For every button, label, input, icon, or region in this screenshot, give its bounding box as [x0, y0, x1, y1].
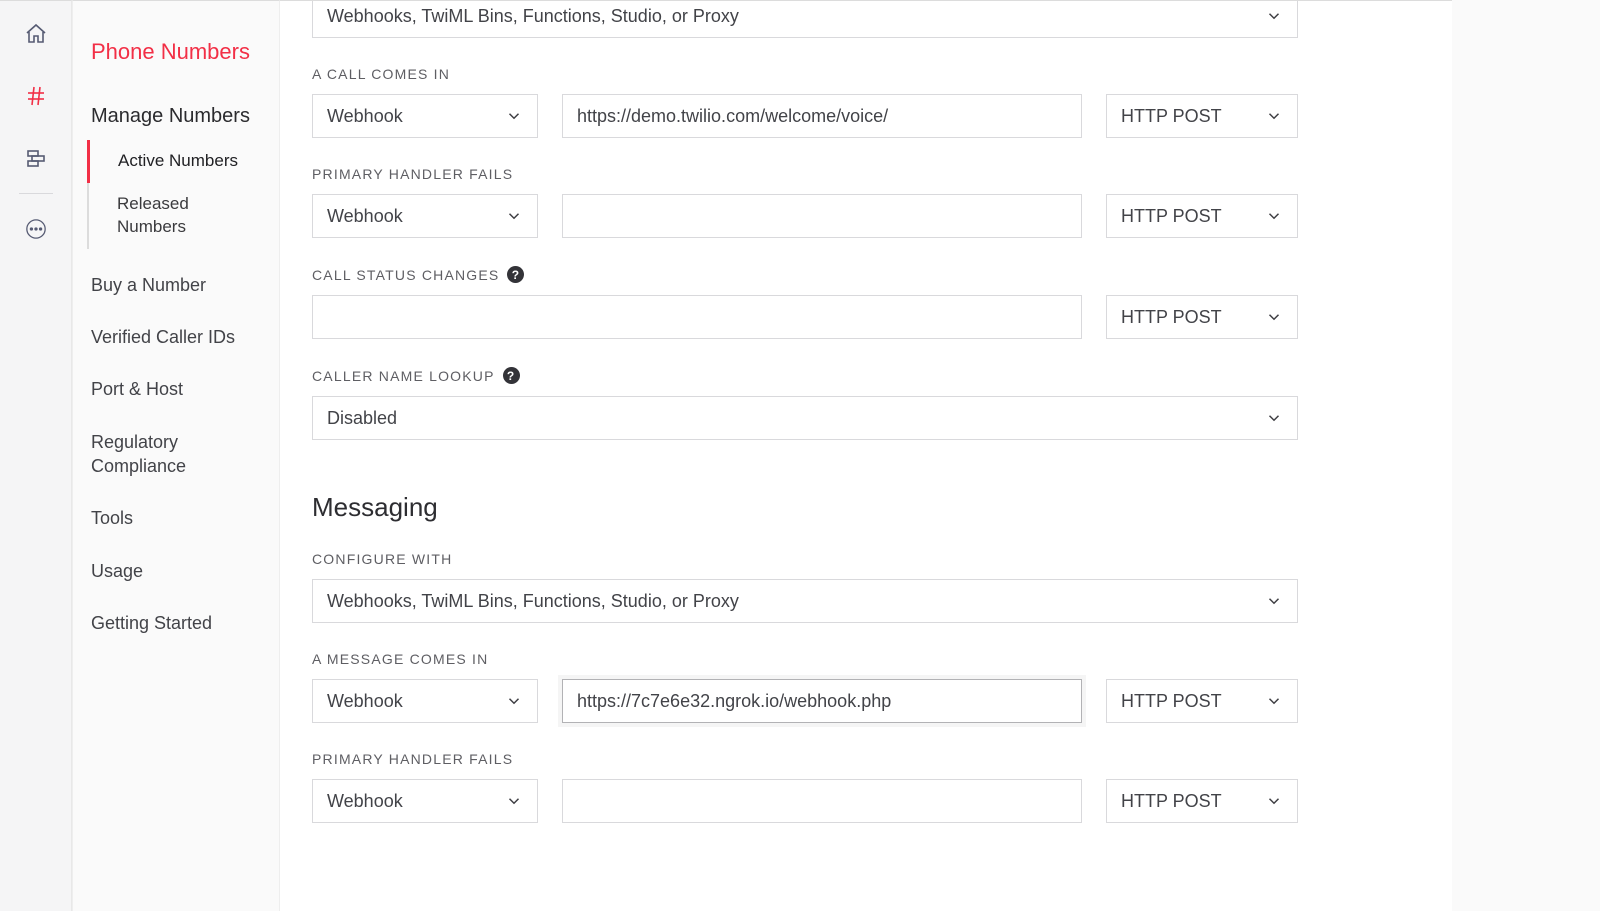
- right-background-panel: [1452, 0, 1600, 911]
- label-primary-handler-fails-voice: PRIMARY HANDLER FAILS: [312, 166, 1568, 182]
- sidebar: Phone Numbers Manage Numbers Active Numb…: [72, 0, 280, 911]
- label-primary-handler-fails-messaging: PRIMARY HANDLER FAILS: [312, 751, 1568, 767]
- message-comes-in-url-input[interactable]: [562, 679, 1082, 723]
- call-status-url-input[interactable]: [312, 295, 1082, 339]
- voice-primary-fails-url-input[interactable]: [562, 194, 1082, 238]
- call-status-method-select[interactable]: HTTP POST: [1106, 295, 1298, 339]
- label-caller-name-lookup-text: CALLER NAME LOOKUP: [312, 368, 495, 384]
- chevron-down-icon: [505, 792, 523, 810]
- chevron-down-icon: [1265, 409, 1283, 427]
- messaging-primary-fails-handler-select[interactable]: Webhook: [312, 779, 538, 823]
- call-status-url-field[interactable]: [327, 307, 1067, 328]
- layers-icon[interactable]: [23, 145, 49, 171]
- chevron-down-icon: [1265, 7, 1283, 25]
- voice-primary-fails-url-field[interactable]: [577, 206, 1067, 227]
- main-content: Webhooks, TwiML Bins, Functions, Studio,…: [280, 0, 1600, 911]
- chevron-down-icon: [1265, 107, 1283, 125]
- chevron-down-icon: [1265, 308, 1283, 326]
- hash-icon[interactable]: [23, 83, 49, 109]
- messaging-section-header: Messaging: [312, 492, 1568, 523]
- chevron-down-icon: [1265, 592, 1283, 610]
- sidebar-section-title[interactable]: Phone Numbers: [73, 31, 279, 93]
- label-call-status-changes-text: CALL STATUS CHANGES: [312, 267, 499, 283]
- label-a-call-comes-in: A CALL COMES IN: [312, 66, 1568, 82]
- voice-primary-fails-method-value: HTTP POST: [1121, 206, 1222, 227]
- voice-configure-with-value: Webhooks, TwiML Bins, Functions, Studio,…: [327, 6, 739, 27]
- call-comes-in-method-value: HTTP POST: [1121, 106, 1222, 127]
- messaging-primary-fails-method-value: HTTP POST: [1121, 791, 1222, 812]
- message-comes-in-handler-select[interactable]: Webhook: [312, 679, 538, 723]
- help-icon[interactable]: ?: [503, 367, 520, 384]
- messaging-configure-with-select[interactable]: Webhooks, TwiML Bins, Functions, Studio,…: [312, 579, 1298, 623]
- sidebar-item-buy-a-number[interactable]: Buy a Number: [73, 259, 279, 311]
- voice-primary-fails-method-select[interactable]: HTTP POST: [1106, 194, 1298, 238]
- message-comes-in-handler-value: Webhook: [327, 691, 403, 712]
- label-a-message-comes-in: A MESSAGE COMES IN: [312, 651, 1568, 667]
- label-messaging-configure-with: CONFIGURE WITH: [312, 551, 1568, 567]
- sidebar-item-released-numbers[interactable]: Released Numbers: [87, 183, 279, 249]
- chevron-down-icon: [505, 107, 523, 125]
- chevron-down-icon: [1265, 792, 1283, 810]
- caller-name-lookup-value: Disabled: [327, 408, 397, 429]
- messaging-configure-with-value: Webhooks, TwiML Bins, Functions, Studio,…: [327, 591, 739, 612]
- call-comes-in-url-field[interactable]: [577, 106, 1067, 127]
- home-icon[interactable]: [23, 21, 49, 47]
- call-comes-in-handler-select[interactable]: Webhook: [312, 94, 538, 138]
- voice-configure-with-select[interactable]: Webhooks, TwiML Bins, Functions, Studio,…: [312, 0, 1298, 38]
- message-comes-in-method-value: HTTP POST: [1121, 691, 1222, 712]
- sidebar-group-manage-numbers[interactable]: Manage Numbers: [73, 93, 279, 140]
- sidebar-item-verified-caller-ids[interactable]: Verified Caller IDs: [73, 311, 279, 363]
- messaging-primary-fails-handler-value: Webhook: [327, 791, 403, 812]
- sidebar-item-tools[interactable]: Tools: [73, 492, 279, 544]
- sidebar-item-regulatory-compliance[interactable]: Regulatory Compliance: [73, 416, 279, 493]
- voice-primary-fails-handler-value: Webhook: [327, 206, 403, 227]
- iconbar-divider: [19, 193, 53, 194]
- call-comes-in-method-select[interactable]: HTTP POST: [1106, 94, 1298, 138]
- chevron-down-icon: [505, 207, 523, 225]
- chevron-down-icon: [1265, 207, 1283, 225]
- help-icon[interactable]: ?: [507, 266, 524, 283]
- call-status-method-value: HTTP POST: [1121, 307, 1222, 328]
- call-comes-in-handler-value: Webhook: [327, 106, 403, 127]
- chevron-down-icon: [505, 692, 523, 710]
- sidebar-item-getting-started[interactable]: Getting Started: [73, 597, 279, 649]
- call-comes-in-url-input[interactable]: [562, 94, 1082, 138]
- label-call-status-changes: CALL STATUS CHANGES ?: [312, 266, 1568, 283]
- label-caller-name-lookup: CALLER NAME LOOKUP ?: [312, 367, 1568, 384]
- sidebar-item-port-host[interactable]: Port & Host: [73, 363, 279, 415]
- messaging-primary-fails-method-select[interactable]: HTTP POST: [1106, 779, 1298, 823]
- voice-primary-fails-handler-select[interactable]: Webhook: [312, 194, 538, 238]
- chevron-down-icon: [1265, 692, 1283, 710]
- sidebar-item-usage[interactable]: Usage: [73, 545, 279, 597]
- message-comes-in-url-field[interactable]: [577, 691, 1067, 712]
- messaging-primary-fails-url-input[interactable]: [562, 779, 1082, 823]
- messaging-primary-fails-url-field[interactable]: [577, 791, 1067, 812]
- sidebar-item-active-numbers[interactable]: Active Numbers: [87, 140, 279, 183]
- message-comes-in-method-select[interactable]: HTTP POST: [1106, 679, 1298, 723]
- icon-rail: [0, 0, 72, 911]
- more-icon[interactable]: [23, 216, 49, 242]
- caller-name-lookup-select[interactable]: Disabled: [312, 396, 1298, 440]
